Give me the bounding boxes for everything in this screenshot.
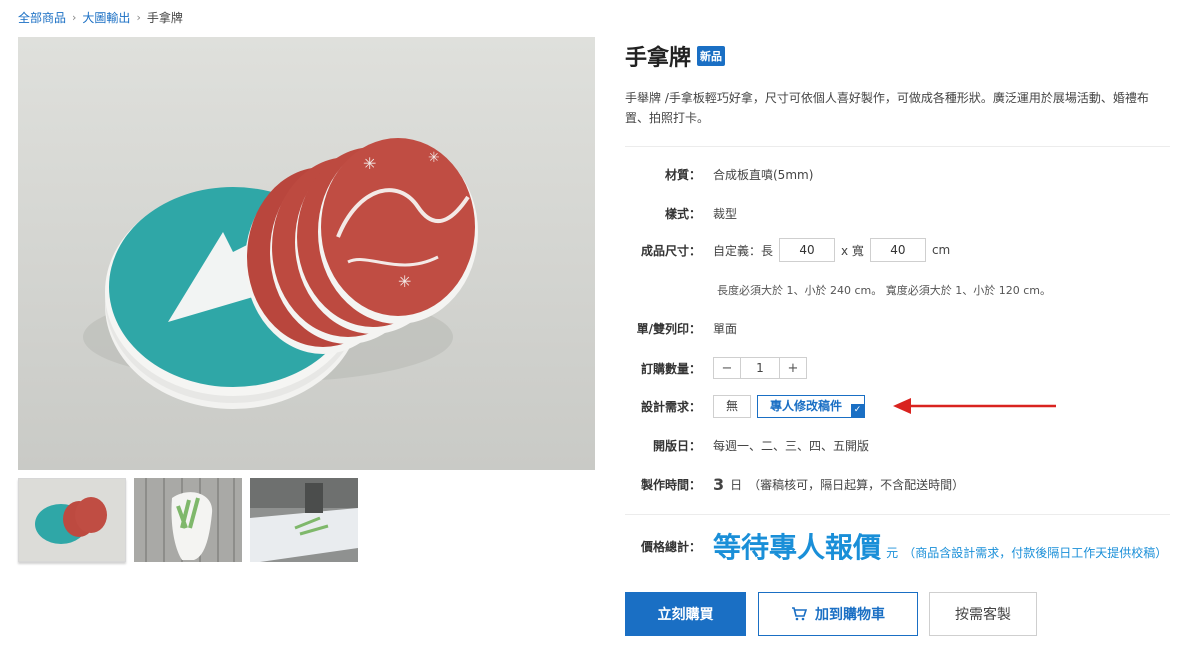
- price-label: 價格總計：: [640, 540, 701, 554]
- size-prefix: 自定義：長: [713, 243, 774, 258]
- design-option-pro-edit-label: 專人修改稿件: [770, 399, 843, 413]
- size-label: 成品尺寸：: [640, 243, 701, 258]
- qty-minus-button[interactable]: −: [714, 361, 740, 376]
- spec-open-row: 開版日： 每週一、二、三、四、五開版: [625, 437, 869, 454]
- main-product-image: ✳ ✳ ✳: [18, 37, 595, 470]
- qty-input[interactable]: 1: [740, 358, 780, 378]
- style-value: 裁型: [713, 207, 738, 221]
- custom-order-button[interactable]: 按需客製: [929, 592, 1037, 636]
- breadcrumb-separator: ›: [136, 11, 141, 24]
- size-hint: 長度必須大於 1、小於 240 cm。 寬度必須大於 1、小於 120 cm。: [717, 284, 1051, 297]
- time-label: 製作時間：: [640, 478, 701, 492]
- thumbnail-strip: [18, 478, 358, 562]
- qty-label: 訂購數量：: [640, 361, 701, 376]
- product-description: 手舉牌 /手拿板輕巧好拿，尺寸可依個人喜好製作，可做成各種形狀。廣泛運用於展場活…: [625, 91, 1149, 125]
- size-controls: 自定義：長 40 x 寬 40 cm: [713, 238, 950, 262]
- price-note: （商品含設計需求，付款後隔日工作天提供校稿）: [903, 546, 1168, 560]
- breadcrumb: 全部商品 › 大圖輸出 › 手拿牌: [18, 9, 183, 26]
- material-value: 合成板直噴(5mm): [713, 168, 814, 182]
- thumbnail-coasters[interactable]: [18, 478, 126, 562]
- time-days: 3: [713, 475, 725, 494]
- thumbnail-coasters-image: [19, 479, 125, 561]
- design-option-pro-edit[interactable]: 專人修改稿件 ✓: [757, 395, 866, 418]
- divider: [625, 146, 1170, 147]
- breadcrumb-separator: ›: [72, 11, 77, 24]
- svg-text:✳: ✳: [398, 272, 411, 291]
- thumbnail-cactus-image: [134, 478, 242, 562]
- spec-material-row: 材質： 合成板直噴(5mm): [625, 166, 813, 183]
- qty-plus-button[interactable]: +: [780, 361, 806, 376]
- price-value: 等待專人報價: [713, 531, 882, 564]
- width-prefix: x 寬: [841, 243, 864, 258]
- red-arrow-annotation-icon: [893, 398, 1056, 414]
- width-input[interactable]: 40: [869, 238, 926, 262]
- check-icon: ✓: [851, 404, 865, 417]
- time-note: （審稿核可，隔日起算，不含配送時間）: [748, 478, 965, 492]
- custom-order-label: 按需客製: [955, 607, 1011, 623]
- open-value: 每週一、二、三、四、五開版: [713, 439, 870, 453]
- thumbnail-machine-image: [250, 478, 358, 562]
- price-row: 價格總計： 等待專人報價 元 （商品含設計需求，付款後隔日工作天提供校稿）: [625, 526, 1168, 566]
- product-title: 手拿牌: [625, 46, 692, 71]
- spec-style-row: 樣式： 裁型: [625, 205, 737, 222]
- thumbnail-cactus-sign[interactable]: [134, 478, 242, 562]
- design-option-none[interactable]: 無: [713, 395, 752, 418]
- time-value: 3 日 （審稿核可，隔日起算，不含配送時間）: [713, 475, 964, 494]
- print-value: 單面: [713, 322, 738, 336]
- price-block: 等待專人報價 元 （商品含設計需求，付款後隔日工作天提供校稿）: [713, 526, 1168, 566]
- new-badge: 新品: [697, 46, 726, 66]
- quantity-stepper: − 1 +: [713, 357, 807, 379]
- buy-now-label: 立刻購買: [657, 607, 714, 623]
- add-to-cart-label: 加到購物車: [815, 607, 885, 623]
- svg-text:✳: ✳: [428, 150, 440, 166]
- product-title-wrap: 手拿牌 新品: [625, 40, 726, 72]
- material-label: 材質：: [664, 168, 701, 182]
- design-options: 無 專人修改稿件 ✓: [713, 395, 866, 418]
- spec-time-row: 製作時間： 3 日 （審稿核可，隔日起算，不含配送時間）: [625, 475, 964, 494]
- buy-now-button[interactable]: 立刻購買: [625, 592, 746, 636]
- spec-print-row: 單/雙列印： 單面: [625, 320, 737, 337]
- qty-wrap: − 1 +: [713, 357, 807, 379]
- print-label: 單/雙列印：: [636, 322, 701, 336]
- add-to-cart-button[interactable]: 加到購物車: [758, 592, 918, 636]
- length-input[interactable]: 40: [779, 238, 836, 262]
- spec-design-row: 設計需求： 無 專人修改稿件 ✓: [625, 395, 866, 418]
- design-label: 設計需求：: [640, 400, 701, 414]
- open-label: 開版日：: [652, 439, 701, 453]
- time-unit: 日: [730, 478, 743, 492]
- breadcrumb-current: 手拿牌: [146, 11, 183, 25]
- breadcrumb-large-print[interactable]: 大圖輸出: [82, 9, 130, 26]
- product-photo-coasters: ✳ ✳ ✳: [83, 138, 478, 409]
- breadcrumb-all-products[interactable]: 全部商品: [18, 9, 66, 26]
- price-unit: 元: [886, 546, 899, 560]
- divider: [625, 514, 1170, 515]
- svg-text:✳: ✳: [363, 154, 376, 173]
- style-label: 樣式：: [664, 207, 701, 221]
- size-unit: cm: [931, 243, 951, 257]
- spec-size-row: 成品尺寸： 自定義：長 40 x 寬 40 cm: [625, 238, 950, 262]
- spec-qty-row: 訂購數量： − 1 +: [625, 357, 807, 379]
- cart-icon: [792, 607, 807, 621]
- thumbnail-cutting-machine[interactable]: [250, 478, 358, 562]
